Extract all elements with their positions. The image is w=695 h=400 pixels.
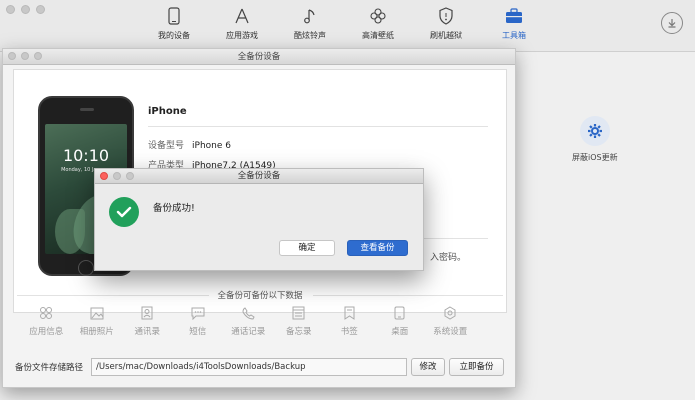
top-nav: 我的设备 应用游戏 酷炫铃声 高清壁纸 刷机越狱 工具箱 <box>140 6 548 41</box>
message-icon <box>173 305 224 321</box>
lock-screen-time: 10:10 <box>62 146 110 165</box>
contacts-icon <box>122 305 173 321</box>
minimize-window-button[interactable] <box>21 52 29 60</box>
zoom-window-button[interactable] <box>34 52 42 60</box>
nav-apps-games[interactable]: 应用游戏 <box>208 6 276 41</box>
nav-label: 工具箱 <box>502 31 526 40</box>
close-window-button[interactable] <box>6 5 15 14</box>
home-button <box>78 260 94 276</box>
dialog-titlebar: 全备份设备 <box>95 169 423 184</box>
settings-icon <box>425 305 476 321</box>
nav-toolbox[interactable]: 工具箱 <box>480 6 548 41</box>
backup-item-notes: 备忘录 <box>274 305 325 337</box>
zoom-dialog-button[interactable] <box>126 172 134 180</box>
backup-item-desktop: 桌面 <box>375 305 426 337</box>
nav-ringtones[interactable]: 酷炫铃声 <box>276 6 344 41</box>
window-controls <box>6 5 45 14</box>
backup-path-row: 备份文件存储路径 /Users/mac/Downloads/i4ToolsDow… <box>13 358 507 376</box>
backup-now-button[interactable]: 立即备份 <box>449 358 504 376</box>
apps-icon <box>21 305 72 321</box>
nav-label: 刷机越狱 <box>430 31 462 40</box>
device-model-field: 设备型号 iPhone 6 <box>148 141 231 151</box>
window-controls <box>8 52 42 60</box>
bookmark-icon <box>324 305 375 321</box>
nav-label: 酷炫铃声 <box>294 31 326 40</box>
tool-label: 屏蔽iOS更新 <box>572 153 618 162</box>
checkmark-icon <box>109 197 139 227</box>
flower-icon <box>344 6 412 26</box>
tool-block-ios-update[interactable]: 屏蔽iOS更新 <box>572 116 618 163</box>
backup-path-label: 备份文件存储路径 <box>15 363 84 373</box>
notes-icon <box>274 305 325 321</box>
download-button[interactable] <box>661 12 683 34</box>
backup-window-titlebar: 全备份设备 <box>3 49 515 65</box>
backup-item-call-log: 通话记录 <box>223 305 274 337</box>
nav-wallpapers[interactable]: 高清壁纸 <box>344 6 412 41</box>
ok-button[interactable]: 确定 <box>279 240 335 256</box>
dialog-title: 全备份设备 <box>237 171 281 181</box>
main-window: 我的设备 应用游戏 酷炫铃声 高清壁纸 刷机越狱 工具箱 屏蔽iOS更新 全备份… <box>0 0 695 400</box>
phone-call-icon <box>223 305 274 321</box>
backup-success-dialog: 全备份设备 备份成功! 确定 查看备份 <box>94 168 424 271</box>
download-icon <box>668 19 676 28</box>
backup-item-apps: 应用信息 <box>21 305 72 337</box>
backup-item-list: 应用信息 相册照片 通讯录 短信 通话记录 备忘录 书签 桌面 系统设置 <box>21 305 476 337</box>
backup-item-contacts: 通讯录 <box>122 305 173 337</box>
app-store-icon <box>208 6 276 26</box>
backup-item-settings: 系统设置 <box>425 305 476 337</box>
minimize-dialog-button[interactable] <box>113 172 121 180</box>
view-backup-button[interactable]: 查看备份 <box>347 240 408 256</box>
toolbox-icon <box>480 6 548 26</box>
device-name: iPhone <box>148 106 187 117</box>
backup-item-bookmarks: 书签 <box>324 305 375 337</box>
window-title: 全备份设备 <box>237 52 281 62</box>
phone-icon <box>140 6 208 26</box>
modify-path-button[interactable]: 修改 <box>411 358 445 376</box>
gear-icon <box>579 116 610 146</box>
password-hint: 入密码。 <box>430 253 467 263</box>
main-toolbar: 我的设备 应用游戏 酷炫铃声 高清壁纸 刷机越狱 工具箱 <box>0 0 695 52</box>
nav-label: 我的设备 <box>158 31 190 40</box>
nav-label: 应用游戏 <box>226 31 258 40</box>
nav-my-device[interactable]: 我的设备 <box>140 6 208 41</box>
photo-icon <box>72 305 123 321</box>
divider <box>148 126 488 127</box>
nav-jailbreak[interactable]: 刷机越狱 <box>412 6 480 41</box>
music-note-icon <box>276 6 344 26</box>
backup-path-input[interactable]: /Users/mac/Downloads/i4ToolsDownloads/Ba… <box>91 358 407 376</box>
minimize-window-button[interactable] <box>21 5 30 14</box>
close-window-button[interactable] <box>8 52 16 60</box>
window-controls <box>100 172 134 180</box>
divider <box>17 295 209 296</box>
dialog-message: 备份成功! <box>153 203 195 214</box>
zoom-window-button[interactable] <box>36 5 45 14</box>
nav-label: 高清壁纸 <box>362 31 394 40</box>
desktop-icon <box>375 305 426 321</box>
backup-item-photos: 相册照片 <box>72 305 123 337</box>
backup-item-messages: 短信 <box>173 305 224 337</box>
shield-icon <box>412 6 480 26</box>
close-dialog-button[interactable] <box>100 172 108 180</box>
divider <box>313 295 503 296</box>
